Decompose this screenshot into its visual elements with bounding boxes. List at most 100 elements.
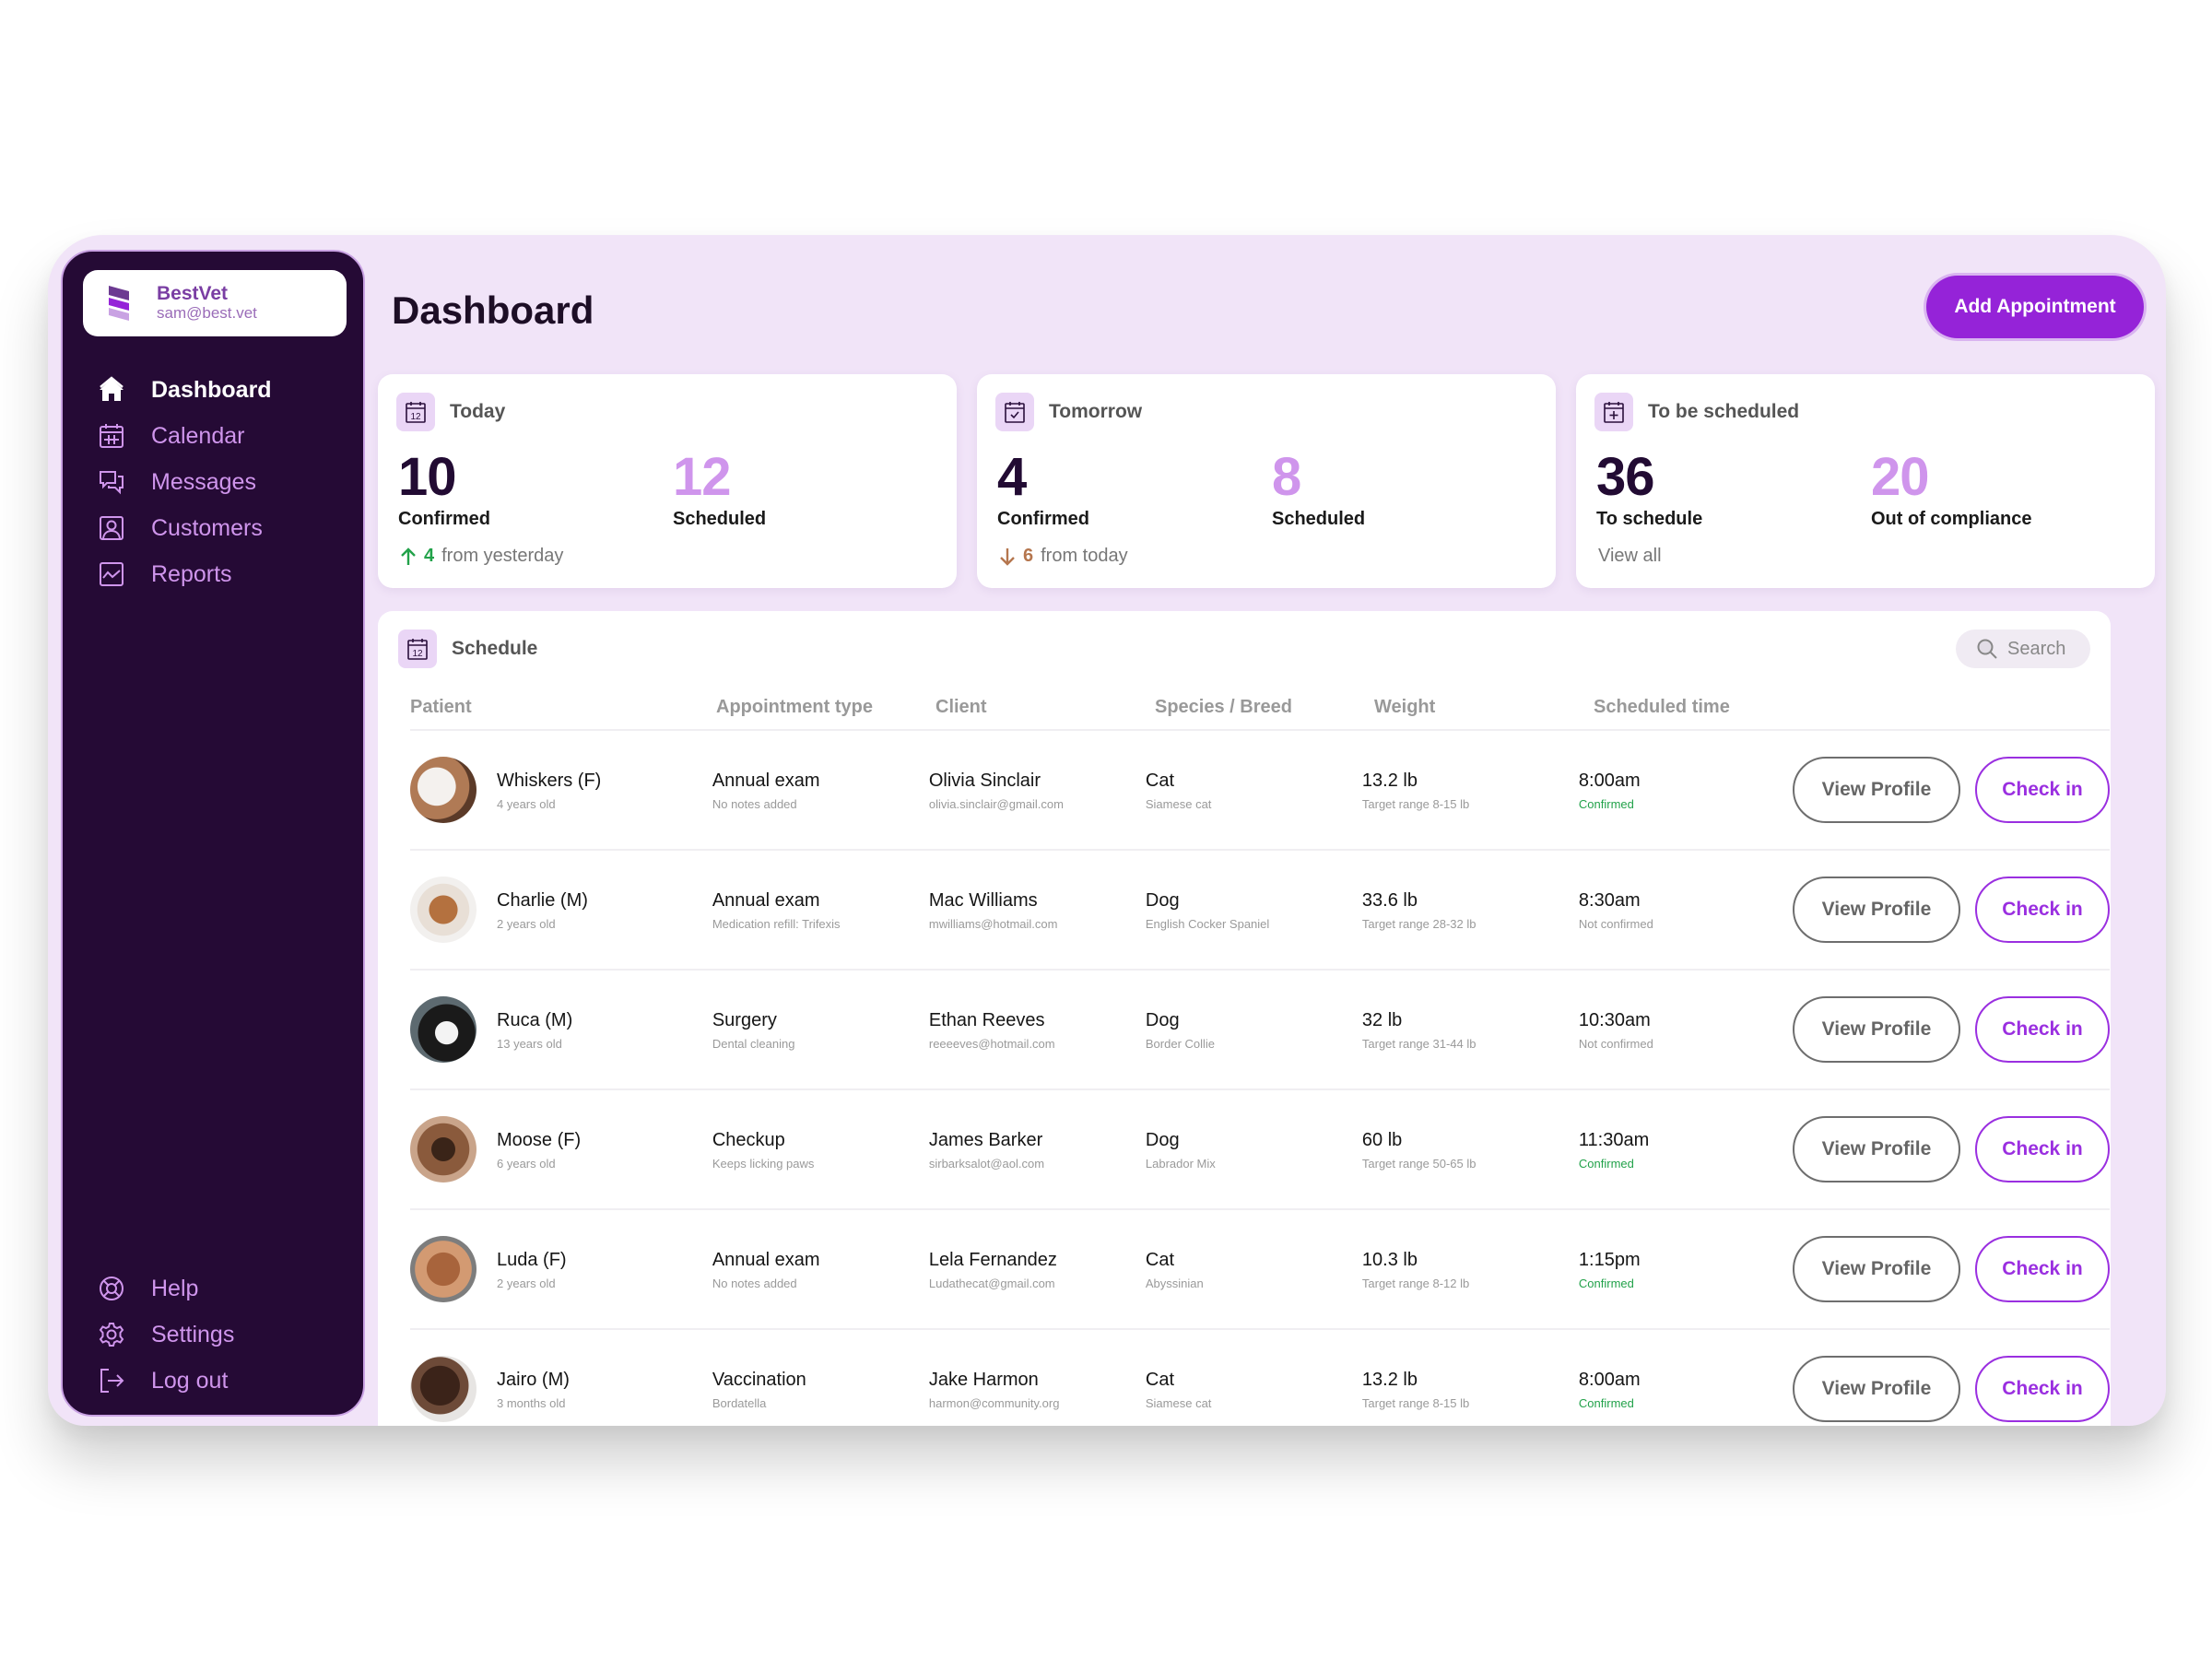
confirmed-stat: 10 Confirmed	[398, 450, 490, 530]
gear-icon	[96, 1319, 127, 1350]
check-in-button[interactable]: Check in	[1974, 1236, 2110, 1302]
target-range: Target range 8-15 lb	[1361, 1395, 1470, 1410]
sidebar-item-calendar[interactable]: Calendar	[96, 413, 345, 459]
species-cell: Cat Siamese cat	[1146, 770, 1362, 811]
client-name: Jake Harmon	[928, 1369, 1039, 1390]
scheduled-time: 10:30am	[1578, 1009, 1651, 1030]
sidebar-item-dashboard[interactable]: Dashboard	[96, 367, 345, 413]
patient-age: 6 years old	[497, 1156, 556, 1171]
appointment-type-cell: Checkup Keeps licking paws	[712, 1129, 929, 1171]
pet-avatar[interactable]	[410, 757, 477, 823]
sidebar-item-logout[interactable]: Log out	[96, 1358, 345, 1404]
add-appointment-button[interactable]: Add Appointment	[1926, 276, 2144, 338]
stat-value: 12	[673, 447, 732, 507]
weight-cell: 60 lb Target range 50-65 lb	[1362, 1129, 1579, 1171]
confirmation-status: Not confirmed	[1578, 1036, 1653, 1051]
confirmed-stat: 4 Confirmed	[997, 450, 1089, 530]
weight-cell: 10.3 lb Target range 8-12 lb	[1362, 1249, 1579, 1290]
view-profile-button[interactable]: View Profile	[1792, 877, 1960, 943]
delta-value: 6	[1023, 546, 1034, 566]
client-email: harmon@community.org	[928, 1395, 1060, 1410]
sidebar-item-customers[interactable]: Customers	[96, 505, 345, 551]
patient-age: 13 years old	[497, 1036, 562, 1051]
target-range: Target range 8-15 lb	[1361, 796, 1470, 811]
arrow-down-icon	[1000, 547, 1015, 566]
scheduled-time: 8:30am	[1578, 889, 1641, 911]
stat-label: Confirmed	[997, 509, 1089, 529]
species: Dog	[1145, 1129, 1180, 1150]
chat-icon	[96, 466, 127, 498]
view-all-link[interactable]: View all	[1598, 546, 1662, 567]
client-email: Ludathecat@gmail.com	[928, 1276, 1055, 1290]
stat-label: To schedule	[1596, 509, 1703, 529]
client-name: Ethan Reeves	[928, 1009, 1045, 1030]
pet-avatar[interactable]	[410, 1356, 477, 1422]
pet-avatar[interactable]	[410, 996, 477, 1063]
stat-label: Scheduled	[673, 509, 767, 529]
patient-name: Jairo (M)	[497, 1369, 570, 1390]
check-in-button[interactable]: Check in	[1974, 757, 2110, 823]
column-header-species: Species / Breed	[1155, 696, 1292, 717]
sidebar-item-label: Settings	[151, 1321, 235, 1347]
pet-avatar[interactable]	[410, 1116, 477, 1182]
stat-label: Confirmed	[398, 509, 490, 529]
scheduled-time: 8:00am	[1578, 770, 1641, 791]
patient-cell: Jairo (M) 3 months old	[410, 1356, 712, 1422]
user-email: sam@best.vet	[157, 304, 257, 322]
target-range: Target range 50-65 lb	[1361, 1156, 1477, 1171]
view-profile-button[interactable]: View Profile	[1792, 1356, 1960, 1422]
weight-cell: 32 lb Target range 31-44 lb	[1362, 1009, 1579, 1051]
time-cell: 8:30am Not confirmed	[1579, 889, 1793, 931]
patient-cell: Ruca (M) 13 years old	[410, 996, 712, 1063]
delta-value: 4	[424, 546, 435, 566]
search-icon	[1977, 639, 1997, 659]
appointment-note: No notes added	[712, 1276, 797, 1290]
target-range: Target range 8-12 lb	[1361, 1276, 1470, 1290]
view-profile-button[interactable]: View Profile	[1792, 757, 1960, 823]
species: Dog	[1145, 1009, 1180, 1030]
patient-age: 2 years old	[497, 916, 556, 931]
card-title: Tomorrow	[1049, 401, 1143, 422]
view-profile-button[interactable]: View Profile	[1792, 1116, 1960, 1182]
breed: Abyssinian	[1145, 1276, 1204, 1290]
calendar-12-icon: 12	[396, 393, 435, 431]
card-footer: View all	[1598, 546, 1662, 567]
check-in-button[interactable]: Check in	[1974, 1356, 2110, 1422]
svg-text:12: 12	[410, 412, 421, 422]
user-icon	[96, 512, 127, 544]
weight-cell: 33.6 lb Target range 28-32 lb	[1362, 889, 1579, 931]
home-icon	[96, 374, 127, 406]
table-row: Ruca (M) 13 years old Surgery Dental cle…	[410, 971, 2110, 1090]
stat-value: 20	[1871, 447, 1930, 507]
logout-icon	[96, 1365, 127, 1396]
pet-avatar[interactable]	[410, 877, 477, 943]
check-in-button[interactable]: Check in	[1974, 996, 2110, 1063]
species-cell: Dog Border Collie	[1146, 1009, 1362, 1051]
sidebar-item-label: Calendar	[151, 422, 245, 449]
appointment-type: Annual exam	[712, 770, 820, 791]
weight: 32 lb	[1361, 1009, 1403, 1030]
search-input[interactable]	[2007, 638, 2090, 660]
sidebar-item-settings[interactable]: Settings	[96, 1312, 345, 1358]
patient-age: 3 months old	[497, 1395, 566, 1410]
pet-avatar[interactable]	[410, 1236, 477, 1302]
view-profile-button[interactable]: View Profile	[1792, 1236, 1960, 1302]
sidebar-item-help[interactable]: Help	[96, 1265, 345, 1312]
sidebar-item-reports[interactable]: Reports	[96, 551, 345, 597]
check-in-button[interactable]: Check in	[1974, 1116, 2110, 1182]
species: Dog	[1145, 889, 1180, 911]
account-card[interactable]: BestVet sam@best.vet	[83, 270, 347, 336]
target-range: Target range 31-44 lb	[1361, 1036, 1477, 1051]
search-box[interactable]	[1956, 629, 2090, 668]
page-title: Dashboard	[392, 288, 594, 332]
target-range: Target range 28-32 lb	[1361, 916, 1477, 931]
breed: Labrador Mix	[1145, 1156, 1216, 1171]
check-in-button[interactable]: Check in	[1974, 877, 2110, 943]
sidebar: BestVet sam@best.vet Dashboard Calendar	[61, 250, 365, 1417]
delta-text: from yesterday	[441, 546, 564, 566]
table-row: Luda (F) 2 years old Annual exam No note…	[410, 1210, 2110, 1330]
delta-indicator: 4 from yesterday	[400, 546, 563, 567]
view-profile-button[interactable]: View Profile	[1792, 996, 1960, 1063]
to-be-scheduled-card: To be scheduled 36 To schedule 20 Out of…	[1576, 374, 2155, 588]
sidebar-item-messages[interactable]: Messages	[96, 459, 345, 505]
